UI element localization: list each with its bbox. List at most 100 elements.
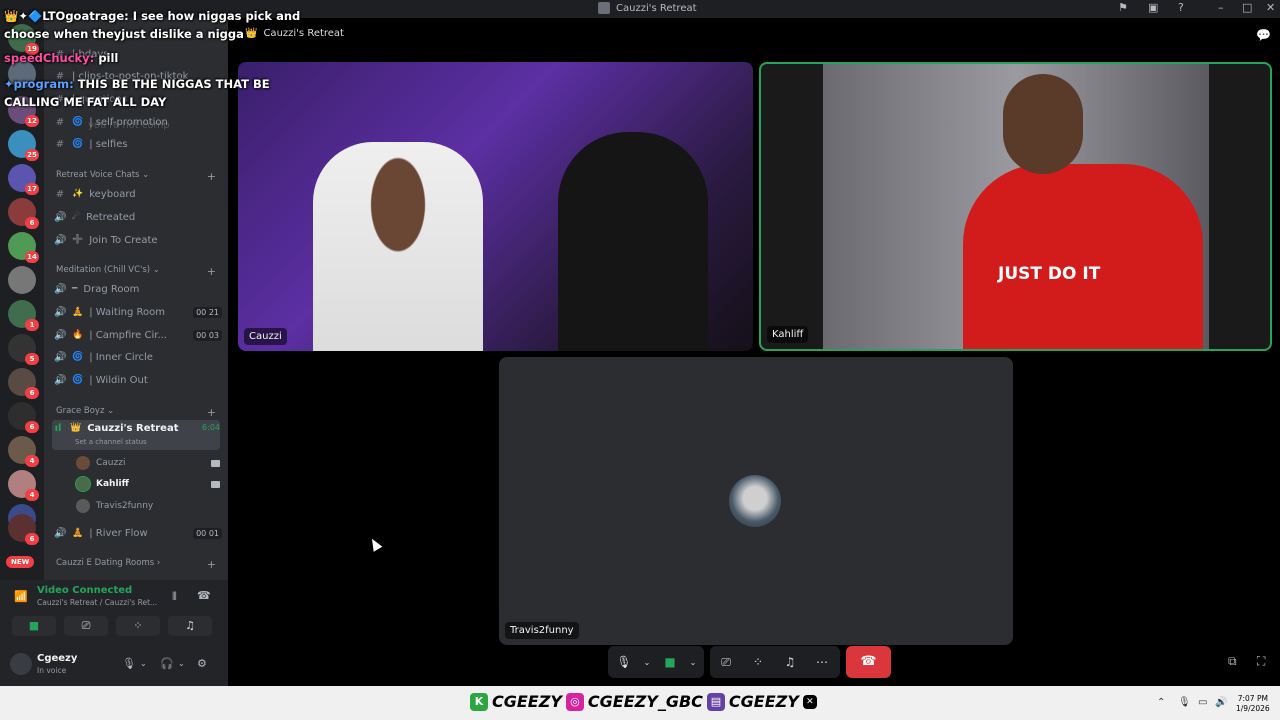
- monitor-icon[interactable]: ▣: [1148, 1, 1158, 14]
- more-icon[interactable]: ⋯: [806, 655, 838, 669]
- end-call-button[interactable]: ☎: [846, 646, 891, 678]
- voice-channel-item[interactable]: 🔊 🧘 | River Flow 00 01: [54, 523, 222, 543]
- screen-share-button[interactable]: ⎚: [64, 616, 108, 636]
- voice-channel-item[interactable]: 🔊 🌀 | Inner Circle: [54, 347, 222, 367]
- mention-badge: 6: [25, 533, 39, 545]
- category-label: Retreat Voice Chats: [56, 170, 140, 180]
- server-icon[interactable]: 4: [8, 470, 39, 501]
- speaker-icon: 🔊: [54, 351, 67, 363]
- microphone-tray-icon[interactable]: 🎙: [1178, 697, 1191, 708]
- chat-username: 👑✦🔷LTOgoatrage:: [4, 9, 129, 23]
- server-icon[interactable]: 4: [8, 436, 39, 467]
- emoji-icon: 🌀: [72, 117, 84, 127]
- video-tile-kahliff[interactable]: JUST DO IT Kahliff: [759, 62, 1272, 351]
- channel-status[interactable]: Set a channel status: [75, 438, 147, 446]
- server-icon[interactable]: 6: [8, 368, 39, 399]
- category-label: Cauzzi E Dating Rooms: [56, 558, 155, 568]
- voice-member[interactable]: Cauzzi: [76, 454, 220, 472]
- voice-channel-item[interactable]: 🔊 🧘 | Waiting Room 00 21: [54, 302, 222, 322]
- username[interactable]: Cgeezy: [37, 653, 77, 664]
- signal-icon[interactable]: 📶: [14, 590, 28, 603]
- video-button[interactable]: ■: [12, 616, 56, 636]
- voice-channel-item[interactable]: 🔊 🔥 | Campfire Cir... 00 03: [54, 325, 222, 345]
- server-icon[interactable]: [8, 266, 36, 294]
- popout-icon[interactable]: ⧉: [1228, 654, 1237, 669]
- help-icon[interactable]: ?: [1178, 1, 1184, 14]
- add-channel-icon[interactable]: +: [207, 265, 216, 278]
- maximize-button[interactable]: □: [1242, 1, 1252, 14]
- server-icon[interactable]: 6: [8, 198, 39, 229]
- voice-channel-item[interactable]: 🔊 🌀 | Wildin Out: [54, 370, 222, 390]
- new-badge: NEW: [6, 556, 35, 568]
- video-tile-cauzzi[interactable]: Cauzzi: [238, 62, 753, 351]
- category-label: Grace Boyz: [56, 406, 105, 416]
- add-channel-icon[interactable]: +: [207, 558, 216, 571]
- activities-button[interactable]: ⁘: [116, 616, 160, 636]
- speaker-icon: 🔊: [54, 306, 67, 318]
- server-icon[interactable]: 17: [8, 164, 39, 195]
- server-icon[interactable]: 14: [8, 232, 39, 263]
- brand-text: CGEEZY: [728, 692, 799, 711]
- video-tile-travis[interactable]: Travis2funny: [499, 357, 1013, 645]
- chevron-down-icon[interactable]: ⌄: [640, 658, 654, 667]
- category-retreat-voice[interactable]: Retreat Voice Chats ⌄ +: [56, 170, 216, 183]
- server-icon[interactable]: 25: [8, 130, 39, 161]
- call-controls-extra: ⎚ ⁘ ♫ ⋯: [710, 646, 840, 678]
- voice-channel-item[interactable]: 🔊 ➕ Join To Create: [54, 230, 222, 250]
- channel-item[interactable]: # 🌀 | selfies: [54, 134, 222, 154]
- server-icon[interactable]: 5: [8, 334, 39, 365]
- window-title-text: Cauzzi's Retreat: [616, 2, 697, 14]
- screen-share-icon[interactable]: ⎚: [710, 655, 742, 670]
- soundboard-icon[interactable]: ♫: [774, 655, 806, 669]
- channel-label: Retreated: [86, 211, 136, 223]
- tile-name-label: Cauzzi: [244, 328, 287, 345]
- server-icon[interactable]: 6: [8, 402, 39, 433]
- channel-label: keyboard: [89, 188, 136, 200]
- clock-time: 7:07 PM: [1237, 694, 1268, 703]
- clock[interactable]: 7:07 PM 1/9/2026: [1236, 694, 1270, 714]
- chevron-down-icon[interactable]: ⌄: [178, 659, 185, 668]
- headphones-icon[interactable]: 🎧: [160, 657, 174, 670]
- add-channel-icon[interactable]: +: [207, 170, 216, 183]
- mention-badge: 17: [25, 183, 39, 195]
- speaker-icon: 🔊: [54, 283, 67, 295]
- voice-member[interactable]: Kahliff: [75, 475, 220, 493]
- minimize-button[interactable]: –: [1218, 1, 1224, 14]
- voice-channel-item[interactable]: # ✨ keyboard: [54, 184, 222, 204]
- voice-member[interactable]: Travis2funny: [76, 497, 220, 515]
- category-dating[interactable]: Cauzzi E Dating Rooms › +: [56, 558, 216, 571]
- close-button[interactable]: ✕: [1266, 1, 1275, 14]
- chat-username: speedChucky:: [4, 51, 95, 65]
- fullscreen-icon[interactable]: ⛶: [1257, 654, 1265, 669]
- speaker-icon: 🔊: [54, 374, 67, 386]
- add-channel-icon[interactable]: +: [207, 406, 216, 419]
- person-head: [1003, 74, 1083, 174]
- server-icon[interactable]: 1: [8, 300, 39, 331]
- voice-connected-panel: 📶 Video Connected Cauzzi's Retreat / Cau…: [0, 580, 228, 642]
- streamer-brand-bar: K CGEEZY ◎ CGEEZY_GBC ▤ CGEEZY ✕: [470, 692, 817, 711]
- channel-item[interactable]: # 🌀 | self-promotion: [54, 112, 222, 132]
- chevron-down-icon[interactable]: ⌄: [140, 659, 147, 668]
- inbox-icon[interactable]: ⚑: [1118, 1, 1128, 14]
- activities-icon[interactable]: ⁘: [742, 655, 774, 669]
- server-icon[interactable]: 6: [8, 514, 39, 545]
- avatar[interactable]: [10, 653, 32, 675]
- voice-channel-item[interactable]: 🔊 ━ Drag Room: [54, 279, 222, 299]
- network-icon[interactable]: ▭: [1198, 697, 1207, 708]
- disconnect-icon[interactable]: ☎: [197, 589, 211, 602]
- gear-icon[interactable]: ⚙: [197, 657, 207, 670]
- chevron-up-icon[interactable]: ⌃: [1157, 697, 1165, 708]
- voice-channel-item[interactable]: 🔊 ☄ Retreated: [54, 207, 222, 227]
- chevron-down-icon[interactable]: ⌄: [686, 658, 700, 667]
- noise-suppression-icon[interactable]: ⦀: [172, 590, 177, 604]
- category-grace[interactable]: Grace Boyz ⌄ +: [56, 406, 216, 419]
- microphone-icon[interactable]: 🎙: [608, 655, 640, 669]
- category-meditation[interactable]: Meditation (Chill VC's) ⌄ +: [56, 265, 216, 278]
- camera-icon[interactable]: ■: [654, 655, 686, 669]
- microphone-icon[interactable]: 🎙: [122, 657, 136, 670]
- voice-location[interactable]: Cauzzi's Retreat / Cauzzi's Ret...: [37, 598, 157, 607]
- soundboard-button[interactable]: ♫: [168, 616, 212, 636]
- chat-icon[interactable]: 💬: [1256, 28, 1271, 42]
- voice-status[interactable]: Video Connected: [37, 585, 132, 596]
- volume-icon[interactable]: 🔊: [1215, 697, 1227, 708]
